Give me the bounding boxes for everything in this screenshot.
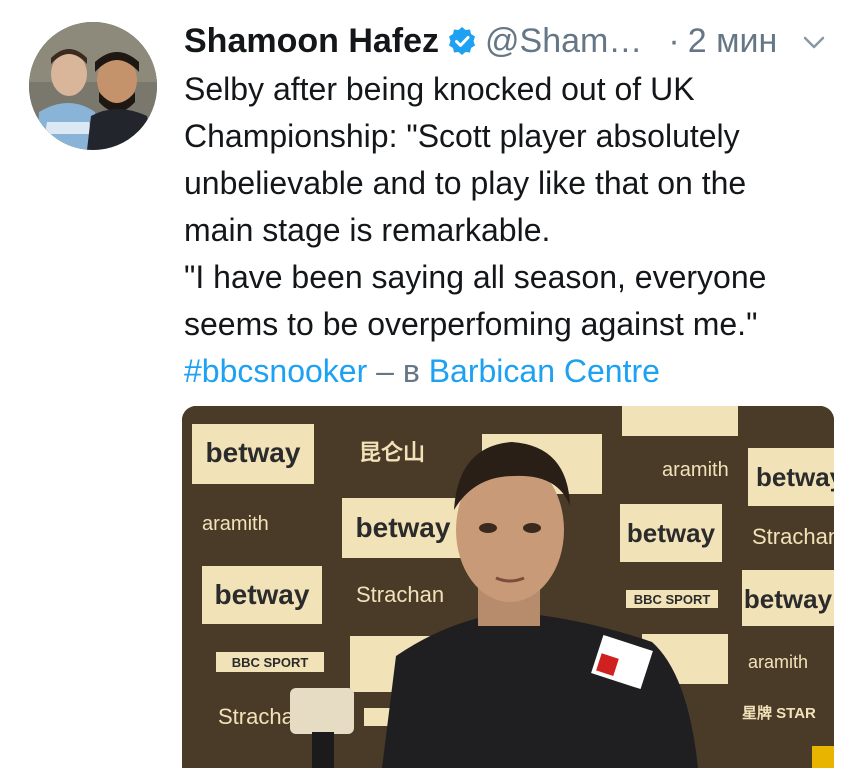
- tweet-text-line: main stage is remarkable.: [184, 212, 551, 248]
- time-separator: ·: [668, 21, 680, 60]
- avatar-photo: [29, 22, 157, 150]
- board-logo-aramith: aramith: [202, 513, 269, 535]
- verified-badge-icon: [447, 26, 477, 56]
- tweet-text-line: unbelievable and to play like that on th…: [184, 165, 747, 201]
- tweet-media-photo[interactable]: betway 昆仑山 aramith betway aramith betway…: [182, 406, 834, 768]
- author-handle[interactable]: @Sham…: [485, 22, 642, 61]
- tweet-timestamp[interactable]: 2 мин: [688, 22, 778, 61]
- author-name[interactable]: Shamoon Hafez: [184, 22, 439, 61]
- hashtag-location-line: #bbcsnooker – в Barbican Centre: [184, 348, 844, 395]
- tweet-header: Shamoon Hafez @Sham… · 2 мин: [184, 18, 844, 64]
- location-link[interactable]: Barbican Centre: [429, 353, 660, 389]
- board-logo-betway: betway: [206, 437, 301, 468]
- board-logo-aramith: aramith: [662, 459, 729, 481]
- board-logo-betway: betway: [215, 579, 310, 610]
- tweet-text-line: "I have been saying all season, everyone: [184, 259, 767, 295]
- tweet-text: Selby after being knocked out of UK Cham…: [184, 66, 844, 395]
- chevron-down-icon[interactable]: [800, 26, 828, 54]
- avatar[interactable]: [29, 22, 157, 150]
- board-logo-betway: betway: [756, 462, 834, 492]
- board-logo-betway: betway: [356, 512, 451, 543]
- location-prefix: – в: [376, 353, 420, 389]
- board-logo-strachan: Strachan: [356, 582, 444, 607]
- board-logo-betway: betway: [627, 518, 716, 548]
- board-logo-betway: betway: [744, 584, 833, 614]
- press-conference-photo: betway 昆仑山 aramith betway aramith betway…: [182, 406, 834, 768]
- board-logo-star: 星牌 STAR: [742, 704, 816, 722]
- tweet-text-line: Championship: "Scott player absolutely: [184, 118, 740, 154]
- tweet-text-line: seems to be overperfoming against me.": [184, 306, 758, 342]
- tweet-text-line: Selby after being knocked out of UK: [184, 71, 695, 107]
- board-logo-strachan: Strachan: [752, 524, 834, 549]
- hashtag-link[interactable]: #bbcsnooker: [184, 353, 367, 389]
- board-logo-bbc-sport: BBC SPORT: [232, 655, 309, 670]
- board-logo-bbc-sport: BBC SPORT: [634, 592, 711, 607]
- board-logo-aramith: aramith: [748, 652, 808, 672]
- board-logo-kunlun: 昆仑山: [359, 440, 425, 465]
